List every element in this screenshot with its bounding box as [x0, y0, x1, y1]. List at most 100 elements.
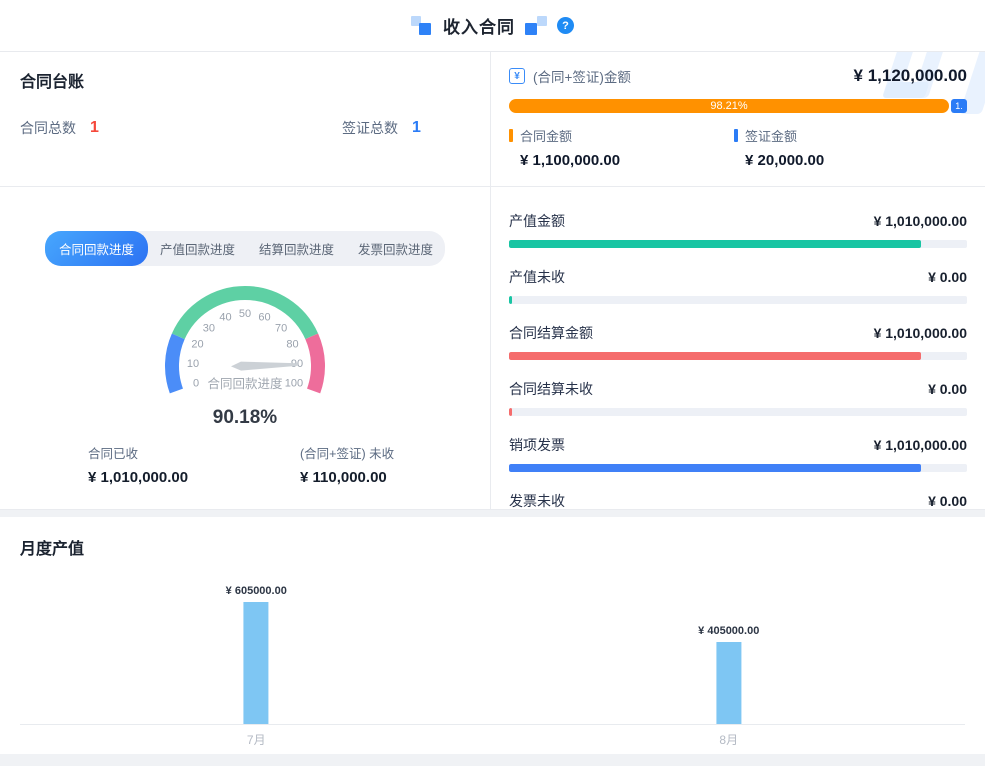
- ledger-stat: 签证总数 1: [342, 118, 421, 138]
- gauge-stat-value: ¥ 1,010,000.00: [88, 469, 300, 486]
- legend-mark-icon: [734, 129, 738, 142]
- stat-label: 签证总数: [342, 118, 398, 138]
- amount-legend: 合同金额 ¥ 1,100,000.00 签证金额 ¥ 20,000.00: [509, 126, 967, 169]
- gauge-arc-segment: [172, 336, 178, 391]
- metric-bar-fill: [509, 408, 512, 416]
- metric-value: ¥ 0.00: [928, 269, 967, 285]
- bar: [244, 602, 269, 724]
- legend-value: ¥ 20,000.00: [734, 152, 959, 169]
- metric-value: ¥ 1,010,000.00: [874, 325, 967, 341]
- metric-bar: [509, 352, 967, 360]
- payback-progress-panel: 合同回款进度产值回款进度结算回款进度发票回款进度 010203040506070…: [0, 187, 490, 509]
- bar-segment-contract: 98.21%: [509, 99, 949, 113]
- amount-total: ¥ 1,120,000.00: [854, 66, 967, 86]
- monthly-output-card: 月度产值 ¥ 605000.007月¥ 405000.008月: [0, 517, 985, 754]
- ledger-title: 合同台账: [20, 68, 470, 92]
- payback-tabs: 合同回款进度产值回款进度结算回款进度发票回款进度: [45, 231, 445, 266]
- dashboard-grid: 合同台账 合同总数 1 签证总数 1 ¥ (合同+签证)金额 ¥ 1,120,000.…: [0, 52, 985, 510]
- help-icon[interactable]: ?: [557, 17, 574, 34]
- gauge-tick-label: 40: [219, 312, 231, 324]
- gauge-tick-label: 100: [285, 378, 303, 390]
- gauge-value: 90.18%: [213, 407, 278, 428]
- legend-label: 签证金额: [745, 126, 797, 145]
- ledger-stat: 合同总数 1: [20, 118, 342, 138]
- title-deco-left-icon: [411, 16, 433, 36]
- gauge-arc-segment: [312, 336, 318, 391]
- stat-value: 1: [90, 119, 99, 137]
- legend-value: ¥ 1,100,000.00: [509, 152, 734, 169]
- bar-chart: ¥ 605000.007月¥ 405000.008月: [20, 573, 965, 725]
- x-axis-tick: 7月: [247, 731, 266, 748]
- metric-bar-fill: [509, 464, 921, 472]
- gauge-tick-label: 20: [191, 339, 203, 351]
- metric-bar: [509, 464, 967, 472]
- metric-value: ¥ 1,010,000.00: [874, 213, 967, 229]
- metric-label: 销项发票: [509, 435, 565, 455]
- metric-bar: [509, 408, 967, 416]
- metric-bar-fill: [509, 296, 512, 304]
- metric-row: 合同结算金额 ¥ 1,010,000.00: [509, 323, 967, 360]
- metric-value: ¥ 0.00: [928, 381, 967, 397]
- metric-row: 产值金额 ¥ 1,010,000.00: [509, 211, 967, 248]
- amount-summary-panel: ¥ (合同+签证)金额 ¥ 1,120,000.00 98.21%1. 合同金额…: [491, 52, 985, 186]
- metric-row: 销项发票 ¥ 1,010,000.00: [509, 435, 967, 472]
- stat-value: 1: [412, 119, 421, 137]
- bar-column: ¥ 405000.00: [698, 625, 759, 724]
- bar-value-label: ¥ 605000.00: [226, 585, 287, 597]
- bar: [716, 642, 741, 724]
- amount-progress-bar: 98.21%1.: [509, 99, 967, 113]
- stat-label: 合同总数: [20, 118, 76, 138]
- gauge-stat-value: ¥ 110,000.00: [300, 469, 490, 486]
- metric-bar-fill: [509, 240, 921, 248]
- page-title: 收入合同: [443, 13, 515, 38]
- metric-label: 合同结算金额: [509, 323, 593, 343]
- tab-invoice-payback[interactable]: 发票回款进度: [346, 231, 445, 266]
- app-header: 收入合同 ?: [0, 0, 985, 52]
- gauge-wrap: 0102030405060708090100合同回款进度90.18%: [120, 270, 370, 441]
- gauge-tick-label: 0: [193, 378, 199, 390]
- metric-bar: [509, 296, 967, 304]
- metric-value: ¥ 0.00: [928, 493, 967, 509]
- gauge-tick-label: 80: [286, 339, 298, 351]
- gauge-tick-label: 30: [203, 323, 215, 335]
- bar-value-label: ¥ 405000.00: [698, 625, 759, 637]
- metric-label: 产值未收: [509, 267, 565, 287]
- amount-label: (合同+签证)金额: [533, 66, 631, 86]
- gauge-stats: 合同已收 ¥ 1,010,000.00(合同+签证) 未收 ¥ 110,000.00: [0, 443, 490, 486]
- metric-label: 发票未收: [509, 491, 565, 509]
- gauge-tick-label: 50: [239, 308, 251, 320]
- metric-label: 合同结算未收: [509, 379, 593, 399]
- gauge-chart: 0102030405060708090100合同回款进度90.18%: [120, 270, 370, 436]
- title-deco-right-icon: [525, 16, 547, 36]
- x-axis-tick: 8月: [719, 731, 738, 748]
- bar-column: ¥ 605000.00: [226, 585, 287, 724]
- gauge-tick-label: 10: [187, 358, 199, 370]
- metrics-panel: 产值金额 ¥ 1,010,000.00 产值未收 ¥ 0.00 合同结算金额 ¥ 1,01…: [491, 187, 985, 509]
- tab-settlement-payback[interactable]: 结算回款进度: [247, 231, 346, 266]
- legend-mark-icon: [509, 129, 513, 142]
- gauge-title: 合同回款进度: [207, 376, 283, 391]
- gauge-stat-label: 合同已收: [88, 443, 300, 462]
- ledger-stats: 合同总数 1 签证总数 1: [20, 118, 470, 138]
- monthly-title: 月度产值: [20, 535, 965, 559]
- tab-output-payback[interactable]: 产值回款进度: [148, 231, 247, 266]
- metric-label: 产值金额: [509, 211, 565, 231]
- contract-ledger-panel: 合同台账 合同总数 1 签证总数 1: [0, 52, 490, 186]
- legend-item: 合同金额 ¥ 1,100,000.00: [509, 126, 734, 169]
- bar-segment-visa: 1.: [951, 99, 967, 113]
- legend-label: 合同金额: [520, 126, 572, 145]
- yuan-clipboard-icon: ¥: [509, 68, 525, 84]
- metric-row: 产值未收 ¥ 0.00: [509, 267, 967, 304]
- gauge-stat: (合同+签证) 未收 ¥ 110,000.00: [300, 443, 490, 486]
- gauge-stat-label: (合同+签证) 未收: [300, 443, 490, 462]
- gauge-stat: 合同已收 ¥ 1,010,000.00: [88, 443, 300, 486]
- metric-bar-fill: [509, 352, 921, 360]
- metric-row: 合同结算未收 ¥ 0.00: [509, 379, 967, 416]
- metric-value: ¥ 1,010,000.00: [874, 437, 967, 453]
- tab-contract-payback[interactable]: 合同回款进度: [45, 231, 148, 266]
- gauge-needle: [231, 362, 298, 371]
- gauge-tick-label: 60: [258, 312, 270, 324]
- gauge-tick-label: 70: [275, 323, 287, 335]
- metric-bar: [509, 240, 967, 248]
- metric-row: 发票未收 ¥ 0.00: [509, 491, 967, 509]
